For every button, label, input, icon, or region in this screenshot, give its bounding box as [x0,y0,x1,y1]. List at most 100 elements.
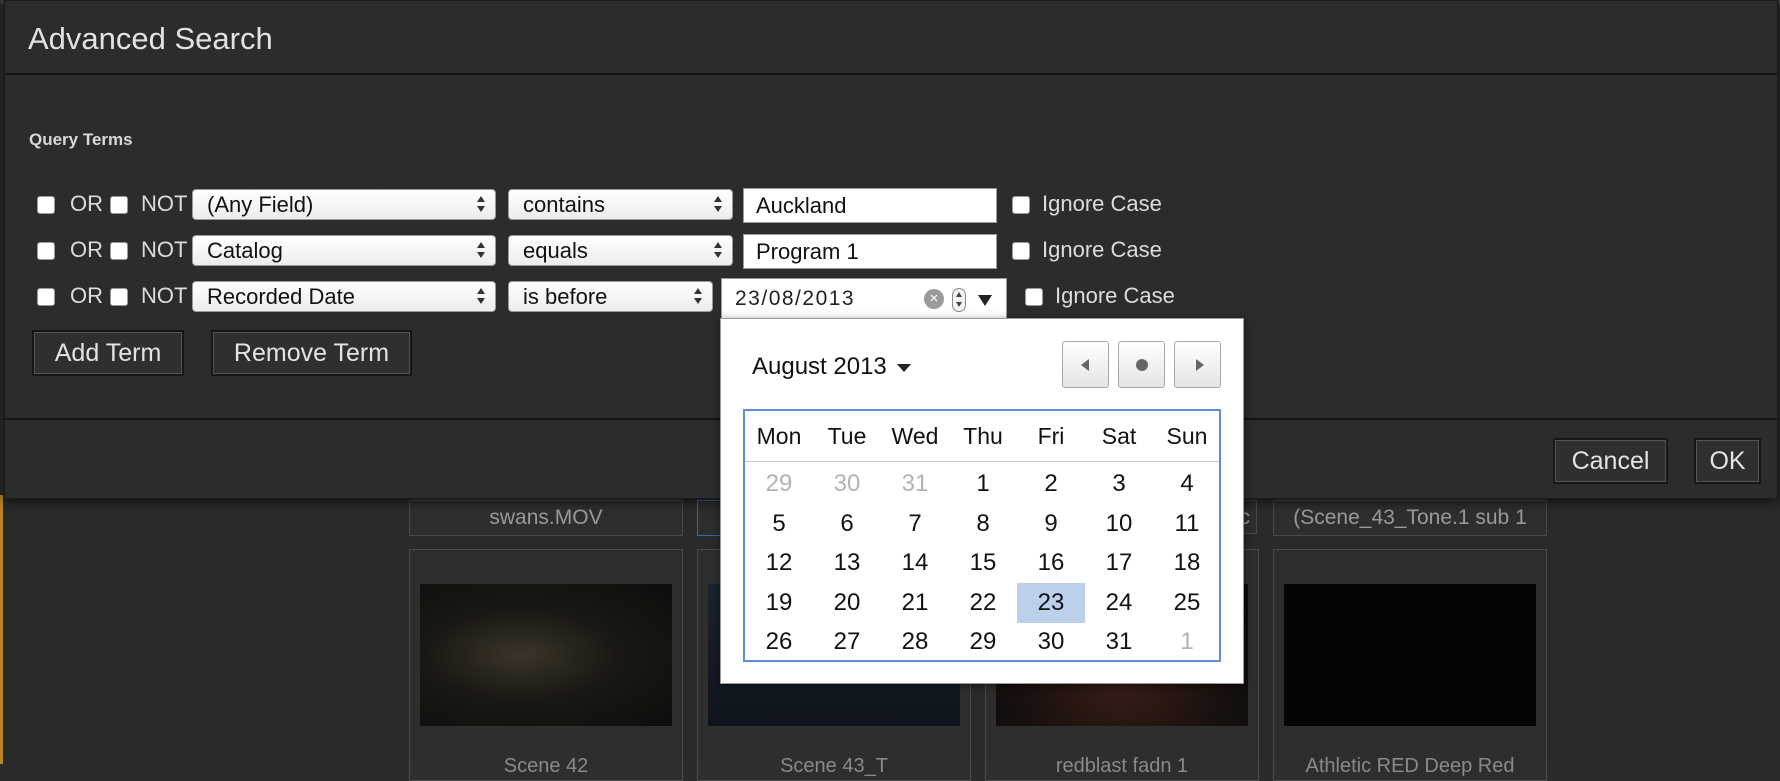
ignore-case-label: Ignore Case [1042,191,1162,216]
day-cell[interactable]: 14 [881,543,949,583]
date-input[interactable]: 23/08/2013 × [721,278,1007,320]
day-cell[interactable]: 18 [1153,543,1221,583]
query-term-row: OR NOT Catalog equals Program 1 Ignore C… [5,232,1205,269]
field-select-value: Recorded Date [207,284,355,309]
ignore-case-checkbox[interactable] [1012,242,1030,260]
cancel-button[interactable]: Cancel [1553,438,1668,484]
or-label: OR [70,283,103,308]
spinner-icon[interactable] [952,288,966,312]
day-cell[interactable]: 20 [813,583,881,623]
weekday-label: Fri [1037,423,1065,449]
day-cell[interactable]: 6 [813,504,881,544]
not-checkbox[interactable] [110,288,128,306]
day-cell[interactable]: 17 [1085,543,1153,583]
operator-select-value: contains [523,192,605,217]
previous-month-button[interactable] [1062,341,1109,388]
not-label: NOT [141,191,188,216]
ignore-case-label: Ignore Case [1042,237,1162,262]
field-select-value: (Any Field) [207,192,314,217]
day-cell[interactable]: 30 [1017,622,1085,662]
day-cell[interactable]: 15 [949,543,1017,583]
day-cell[interactable]: 12 [745,543,813,583]
calendar-grid: Mon Tue Wed Thu Fri Sat Sun 29 30 31 1 2 3 4 5 6 7 8 9 10 1… [743,409,1221,662]
value-input[interactable]: Program 1 [743,234,997,269]
day-cell[interactable]: 28 [881,622,949,662]
ignore-case-checkbox[interactable] [1012,196,1030,214]
day-cell[interactable]: 9 [1017,504,1085,544]
field-select[interactable]: Catalog [192,235,496,266]
select-arrows-icon [713,195,723,215]
value-input[interactable]: Auckland [743,188,997,223]
selected-day-cell[interactable]: 23 [1017,582,1085,623]
weekday-header: Mon Tue Wed Thu Fri Sat Sun [745,411,1219,462]
ignore-case-checkbox[interactable] [1025,288,1043,306]
day-cell[interactable]: 25 [1153,583,1221,623]
add-term-button[interactable]: Add Term [32,330,184,376]
field-select-value: Catalog [207,238,283,263]
operator-select-value: is before [523,284,608,309]
remove-term-button[interactable]: Remove Term [211,330,412,376]
or-checkbox[interactable] [37,196,55,214]
clip-thumbnail-label: Scene 42 [503,755,589,777]
weekday-label: Sun [1166,423,1208,449]
day-cell[interactable]: 29 [949,622,1017,662]
weekday-label: Mon [756,423,802,449]
dialog-title: Advanced Search [28,21,273,56]
ok-button[interactable]: OK [1694,438,1761,484]
day-cell[interactable]: 30 [813,464,881,504]
or-checkbox[interactable] [37,242,55,260]
query-term-row: OR NOT Recorded Date is before 23/08/201… [5,278,1205,320]
day-cell[interactable]: 21 [881,583,949,623]
operator-select[interactable]: is before [508,281,713,312]
or-label: OR [70,191,103,216]
weekday-label: Tue [827,423,867,449]
day-cell[interactable]: 27 [813,622,881,662]
clip-caption[interactable]: swans.MOV [409,500,683,536]
day-cell[interactable]: 11 [1153,504,1221,544]
day-cell[interactable]: 24 [1085,583,1153,623]
day-cell[interactable]: 4 [1153,464,1221,504]
operator-select[interactable]: contains [508,189,733,220]
day-cell[interactable]: 13 [813,543,881,583]
field-select[interactable]: Recorded Date [192,281,496,312]
day-cell[interactable]: 22 [949,583,1017,623]
clip-thumbnail-label: redblast fadn 1 [1055,755,1189,777]
day-cell[interactable]: 1 [949,464,1017,504]
not-checkbox[interactable] [110,242,128,260]
operator-select-value: equals [523,238,588,263]
dropdown-arrow-icon[interactable] [974,288,996,312]
or-checkbox[interactable] [37,288,55,306]
dialog-header: Advanced Search [5,1,1777,75]
not-checkbox[interactable] [110,196,128,214]
weekday-label: Wed [891,423,939,449]
day-cell[interactable]: 26 [745,622,813,662]
clip-thumbnail[interactable]: Scene 42 [409,549,683,781]
month-selector[interactable]: August 2013 [752,353,911,381]
day-cell[interactable]: 8 [949,504,1017,544]
day-cell[interactable]: 2 [1017,464,1085,504]
or-label: OR [70,237,103,262]
select-arrows-icon [693,287,703,307]
month-label: August 2013 [752,353,887,380]
next-month-button[interactable] [1174,341,1221,388]
select-arrows-icon [476,287,486,307]
day-cell[interactable]: 29 [745,464,813,504]
clear-icon[interactable]: × [924,289,944,309]
clip-thumbnail[interactable]: Athletic RED Deep Red [1273,549,1547,781]
date-picker-popup: August 2013 Mon Tue Wed Thu Fri Sat Sun 29 30 31… [720,318,1244,684]
day-cell[interactable]: 7 [881,504,949,544]
day-cell[interactable]: 5 [745,504,813,544]
panel-edge-accent [0,495,3,764]
day-cell[interactable]: 1 [1153,622,1221,662]
today-button[interactable] [1118,341,1165,388]
operator-select[interactable]: equals [508,235,733,266]
day-cell[interactable]: 16 [1017,543,1085,583]
day-cell[interactable]: 19 [745,583,813,623]
day-cell[interactable]: 31 [1085,622,1153,662]
field-select[interactable]: (Any Field) [192,189,496,220]
clip-caption[interactable]: (Scene_43_Tone.1 sub 1 [1273,500,1547,536]
day-cell[interactable]: 31 [881,464,949,504]
clip-thumbnail-label: Scene 43_T [780,755,888,777]
day-cell[interactable]: 3 [1085,464,1153,504]
day-cell[interactable]: 10 [1085,504,1153,544]
